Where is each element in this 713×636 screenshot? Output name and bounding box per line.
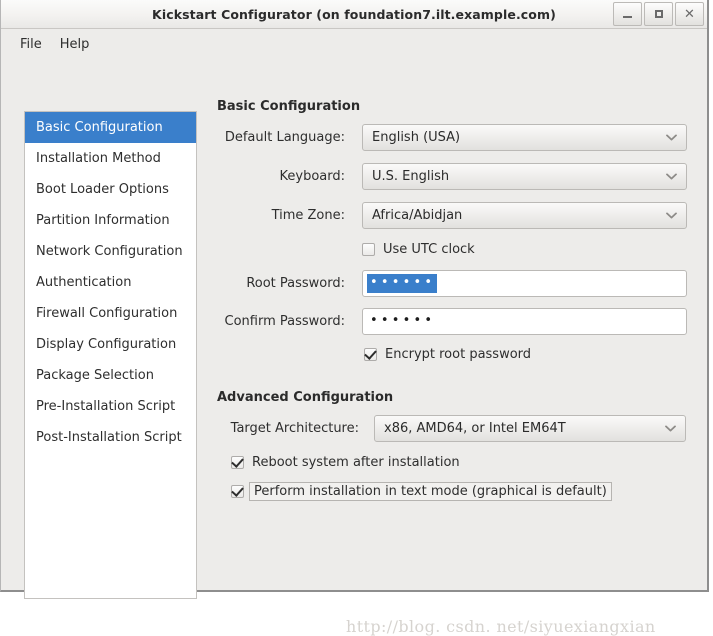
minimize-button[interactable] [613, 2, 642, 26]
chevron-down-icon [666, 164, 677, 189]
confirm-password-row: Confirm Password: •••••• [217, 302, 697, 340]
window-title: Kickstart Configurator (on foundation7.i… [152, 6, 556, 22]
sidebar-item-display-configuration[interactable]: Display Configuration [25, 329, 196, 360]
title-bar: Kickstart Configurator (on foundation7.i… [1, 0, 707, 29]
root-password-row: Root Password: •••••• [217, 264, 697, 302]
keyboard-label: Keyboard: [279, 169, 346, 184]
sidebar-item-post-installation-script[interactable]: Post-Installation Script [25, 422, 196, 453]
reboot-system-row[interactable]: Reboot system after installation [231, 448, 697, 477]
encrypt-root-password-label[interactable]: Encrypt root password [385, 347, 531, 362]
sidebar-item-network-configuration[interactable]: Network Configuration [25, 236, 196, 267]
sidebar-item-basic-configuration[interactable]: Basic Configuration [25, 112, 196, 143]
menu-item-file[interactable]: File [11, 34, 51, 55]
target-architecture-label: Target Architecture: [230, 421, 359, 436]
reboot-system-label[interactable]: Reboot system after installation [252, 455, 460, 470]
sidebar-item-authentication[interactable]: Authentication [25, 267, 196, 298]
target-architecture-dropdown[interactable]: x86, AMD64, or Intel EM64T [374, 415, 686, 442]
root-password-label: Root Password: [246, 275, 345, 291]
sidebar-item-installation-method[interactable]: Installation Method [25, 143, 196, 174]
watermark-text: http://blog. csdn. net/siyuexiangxian [346, 617, 656, 636]
maximize-button[interactable] [644, 2, 673, 26]
confirm-password-value: •••••• [370, 312, 436, 328]
settings-pane: Basic Configuration Default Language: En… [217, 99, 697, 506]
chevron-down-icon [666, 203, 677, 228]
text-mode-row[interactable]: Perform installation in text mode (graph… [231, 477, 697, 506]
maximize-icon [654, 10, 663, 18]
menu-bar: File Help [1, 29, 707, 59]
encrypt-root-password-row[interactable]: Encrypt root password [364, 340, 697, 369]
root-password-input[interactable]: •••••• [362, 269, 687, 297]
close-icon: ✕ [684, 6, 695, 22]
minimize-icon [623, 16, 632, 18]
default-language-label: Default Language: [224, 130, 345, 145]
confirm-password-label: Confirm Password: [224, 313, 345, 329]
advanced-configuration-heading: Advanced Configuration [217, 390, 394, 405]
use-utc-clock-label[interactable]: Use UTC clock [383, 242, 475, 257]
time-zone-value: Africa/Abidjan [372, 208, 463, 223]
window-controls: ✕ [613, 2, 704, 26]
encrypt-root-password-checkbox[interactable] [364, 348, 377, 361]
keyboard-row: Keyboard: U.S. English [217, 157, 697, 196]
sidebar-item-boot-loader-options[interactable]: Boot Loader Options [25, 174, 196, 205]
window-content: Basic Configuration Installation Method … [1, 59, 707, 636]
sidebar-item-package-selection[interactable]: Package Selection [25, 360, 196, 391]
chevron-down-icon [666, 125, 677, 150]
use-utc-clock-checkbox[interactable] [362, 243, 375, 256]
use-utc-clock-row[interactable]: Use UTC clock [362, 235, 697, 264]
confirm-password-input[interactable]: •••••• [362, 307, 687, 335]
keyboard-dropdown[interactable]: U.S. English [362, 163, 687, 190]
time-zone-row: Time Zone: Africa/Abidjan [217, 196, 697, 235]
keyboard-value: U.S. English [372, 169, 450, 184]
navigation-sidebar[interactable]: Basic Configuration Installation Method … [24, 111, 197, 599]
target-architecture-value: x86, AMD64, or Intel EM64T [384, 421, 566, 436]
default-language-row: Default Language: English (USA) [217, 118, 697, 157]
time-zone-label: Time Zone: [271, 208, 345, 223]
target-architecture-row: Target Architecture: x86, AMD64, or Inte… [217, 409, 697, 448]
root-password-value: •••••• [367, 273, 438, 293]
menu-item-help[interactable]: Help [51, 34, 99, 55]
sidebar-item-pre-installation-script[interactable]: Pre-Installation Script [25, 391, 196, 422]
chevron-down-icon [665, 416, 676, 441]
application-window: Kickstart Configurator (on foundation7.i… [0, 0, 709, 636]
sidebar-item-partition-information[interactable]: Partition Information [25, 205, 196, 236]
reboot-system-checkbox[interactable] [231, 456, 244, 469]
close-button[interactable]: ✕ [675, 2, 704, 26]
sidebar-item-firewall-configuration[interactable]: Firewall Configuration [25, 298, 196, 329]
text-mode-checkbox[interactable] [231, 485, 244, 498]
time-zone-dropdown[interactable]: Africa/Abidjan [362, 202, 687, 229]
basic-configuration-heading: Basic Configuration [217, 99, 361, 114]
default-language-dropdown[interactable]: English (USA) [362, 124, 687, 151]
text-mode-label[interactable]: Perform installation in text mode (graph… [249, 482, 612, 501]
default-language-value: English (USA) [372, 130, 461, 145]
